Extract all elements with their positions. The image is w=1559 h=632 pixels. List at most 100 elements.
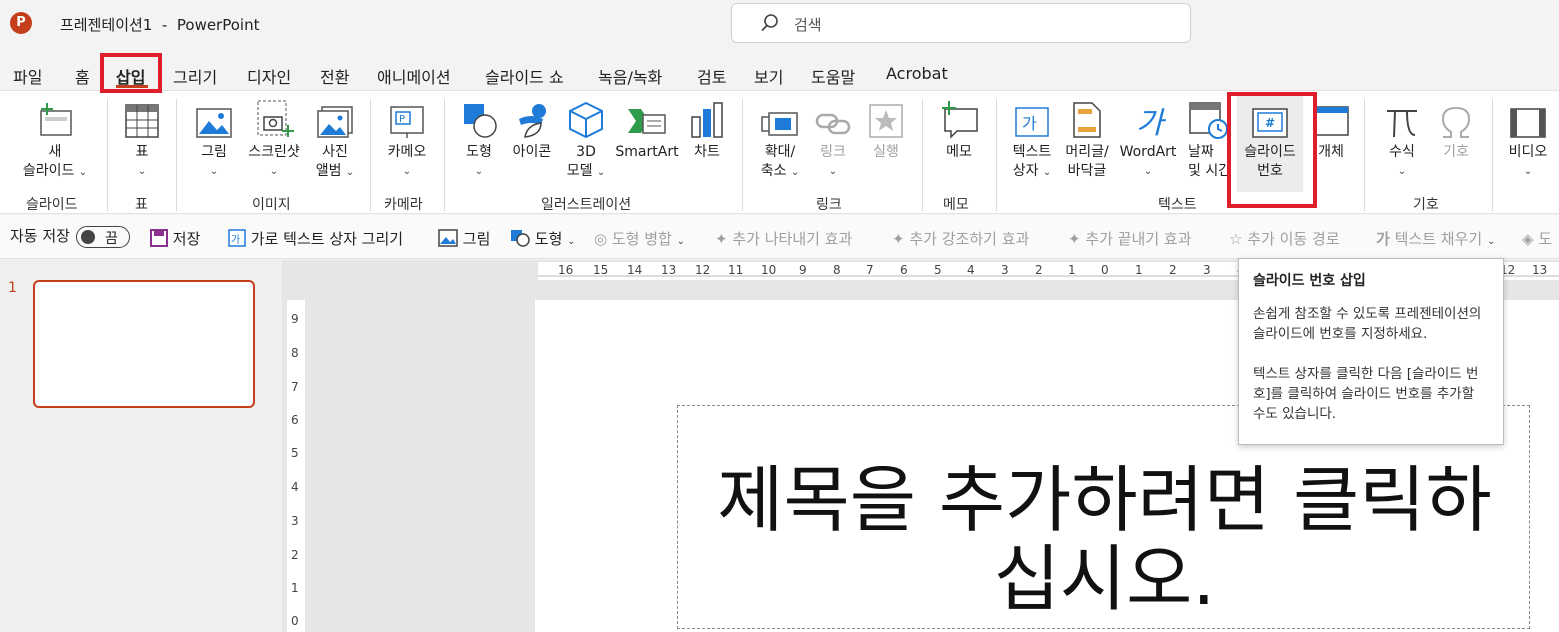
- tab-animations[interactable]: 애니메이션: [377, 64, 451, 88]
- smartart-button[interactable]: SmartArt: [613, 101, 681, 162]
- picture-label: 그림: [201, 144, 227, 160]
- action-star-icon: [862, 101, 910, 139]
- new-slide-button[interactable]: 새 슬라이드 ⌄: [10, 101, 100, 182]
- svg-text:가: 가: [1136, 106, 1166, 139]
- comment-icon: [932, 101, 986, 139]
- picture-icon: [438, 229, 458, 247]
- chevron-down-icon: ⌄: [1486, 236, 1496, 247]
- exit-effect-button[interactable]: ✦ 추가 끝내기 효과: [1068, 228, 1192, 249]
- tooltip: 슬라이드 번호 삽입 손쉽게 참조할 수 있도록 프레젠테이션의 슬라이드에 번…: [1238, 258, 1504, 445]
- cameo-label: 카메오: [387, 144, 427, 160]
- video-button[interactable]: 비디오 ⌄: [1500, 101, 1556, 181]
- action-button[interactable]: 실행: [862, 101, 910, 162]
- screenshot-icon: [242, 100, 306, 139]
- group-label-symbols: 기호: [1413, 197, 1439, 213]
- qat-picture-label: 그림: [462, 230, 491, 248]
- star-icon: ✦: [715, 230, 728, 248]
- date-time-button[interactable]: 날짜 및 시간: [1180, 101, 1234, 181]
- slide-thumbnail[interactable]: [33, 280, 255, 408]
- link-button[interactable]: 링크 ⌄: [810, 101, 856, 181]
- more-button[interactable]: ◈ 도: [1522, 228, 1552, 249]
- tab-draw[interactable]: 그리기: [173, 64, 217, 88]
- chart-button[interactable]: 차트: [684, 101, 730, 162]
- equation-button[interactable]: 수식 ⌄: [1374, 101, 1430, 181]
- tab-file[interactable]: 파일: [13, 64, 42, 88]
- group-label-text: 텍스트: [1158, 197, 1197, 213]
- icons-button[interactable]: 아이콘: [508, 101, 556, 162]
- ruler-label: 4: [967, 263, 975, 277]
- save-label: 저장: [172, 230, 201, 248]
- cameo-button[interactable]: P 카메오 ⌄: [380, 101, 434, 181]
- photo-album-button[interactable]: 사진 앨범 ⌄: [308, 101, 362, 182]
- group-label-links: 링크: [816, 197, 842, 213]
- emphasis-effect-button[interactable]: ✦ 추가 강조하기 효과: [892, 228, 1029, 249]
- omega-icon: [1432, 101, 1480, 139]
- comment-button[interactable]: 메모: [932, 101, 986, 162]
- chevron-down-icon: ⌄: [790, 167, 800, 178]
- group-label-slides: 슬라이드: [26, 197, 78, 213]
- toggle-knob: [80, 229, 95, 244]
- ruler-label: 1: [291, 581, 299, 595]
- ruler-label: 13: [661, 263, 677, 277]
- textbox-button[interactable]: 가 텍스트 상자 ⌄: [1004, 101, 1060, 182]
- screenshot-button[interactable]: 스크린샷 ⌄: [242, 100, 306, 181]
- chevron-down-icon: ⌄: [1143, 166, 1153, 177]
- screenshot-label: 스크린샷: [248, 144, 300, 160]
- ruler-label: 12: [695, 263, 711, 277]
- text-fill-button[interactable]: 가 텍스트 채우기 ⌄: [1376, 228, 1495, 249]
- header-footer-button[interactable]: 머리글/ 바닥글: [1060, 101, 1114, 181]
- qat-picture-button[interactable]: 그림: [438, 228, 490, 249]
- autosave-state: 끔: [104, 230, 118, 247]
- vertical-ruler: 9 8 7 6 5 4 3 2 1 0: [287, 300, 305, 632]
- emphasis-effect-label: 추가 강조하기 효과: [909, 230, 1030, 248]
- tab-help[interactable]: 도움말: [811, 64, 855, 88]
- ruler-label: 6: [900, 263, 908, 277]
- merge-shapes-icon: ◎: [594, 230, 608, 248]
- chevron-down-icon: ⌄: [137, 166, 147, 177]
- textbox-icon: 가: [1004, 101, 1060, 139]
- divider: [1492, 99, 1493, 211]
- tab-acrobat[interactable]: Acrobat: [886, 64, 948, 83]
- ruler-label: 1: [1135, 263, 1143, 277]
- exit-effect-label: 추가 끝내기 효과: [1085, 230, 1192, 248]
- ruler-label: 10: [761, 263, 777, 277]
- chevron-down-icon: ⌄: [1397, 166, 1407, 177]
- shapes-button[interactable]: 도형 ⌄: [455, 101, 503, 181]
- qat-shapes-button[interactable]: 도형 ⌄: [510, 228, 576, 249]
- svg-text:가: 가: [231, 234, 240, 246]
- tab-record[interactable]: 녹음/녹화: [598, 64, 662, 88]
- star-icon: ✦: [1068, 230, 1081, 248]
- entrance-effect-button[interactable]: ✦ 추가 나타내기 효과: [715, 228, 852, 249]
- autosave-control[interactable]: 자동 저장 끔: [10, 225, 130, 248]
- tab-transitions[interactable]: 전환: [320, 64, 349, 88]
- tab-review[interactable]: 검토: [697, 64, 726, 88]
- save-button[interactable]: 저장: [150, 228, 200, 249]
- tab-home[interactable]: 홈: [75, 64, 90, 88]
- photo-album-icon: [308, 101, 362, 139]
- textbox-icon: 가: [228, 229, 246, 247]
- divider: [922, 99, 923, 211]
- draw-textbox-button[interactable]: 가 가로 텍스트 상자 그리기: [228, 228, 403, 249]
- table-button[interactable]: 표 ⌄: [115, 101, 169, 181]
- picture-button[interactable]: 그림 ⌄: [190, 101, 238, 181]
- 3d-model-button[interactable]: 3D 모델 ⌄: [562, 101, 610, 182]
- tab-design[interactable]: 디자인: [247, 64, 291, 88]
- zoom-button[interactable]: 확대/ 축소 ⌄: [752, 101, 808, 182]
- ruler-label: 4: [291, 480, 299, 494]
- search-box[interactable]: 검색: [731, 3, 1191, 43]
- ruler-label: 5: [291, 446, 299, 460]
- app-name: PowerPoint: [176, 16, 260, 34]
- wordart-button[interactable]: 가 WordArt ⌄: [1116, 101, 1180, 181]
- symbol-button[interactable]: 기호: [1432, 101, 1480, 162]
- merge-shapes-button[interactable]: ◎ 도형 병합 ⌄: [594, 228, 685, 249]
- entrance-effect-label: 추가 나타내기 효과: [732, 230, 853, 248]
- tab-view[interactable]: 보기: [754, 64, 783, 88]
- quick-access-toolbar: 자동 저장 끔 저장 가 가로 텍스트 상자 그리기 그림 도형 ⌄ ◎ 도형 병…: [0, 215, 1559, 259]
- motion-path-button[interactable]: ☆ 추가 이동 경로: [1229, 228, 1340, 249]
- tab-slideshow[interactable]: 슬라이드 쇼: [485, 64, 564, 88]
- header-footer-icon: [1060, 101, 1114, 139]
- autosave-toggle[interactable]: 끔: [75, 225, 130, 248]
- draw-textbox-label: 가로 텍스트 상자 그리기: [250, 230, 404, 248]
- group-label-comments: 메모: [943, 197, 969, 213]
- ribbon: 새 슬라이드 ⌄ 표 ⌄ 그림 ⌄ 스크린샷 ⌄ 사진 앨범 ⌄ P 카메오 ⌄…: [0, 90, 1559, 214]
